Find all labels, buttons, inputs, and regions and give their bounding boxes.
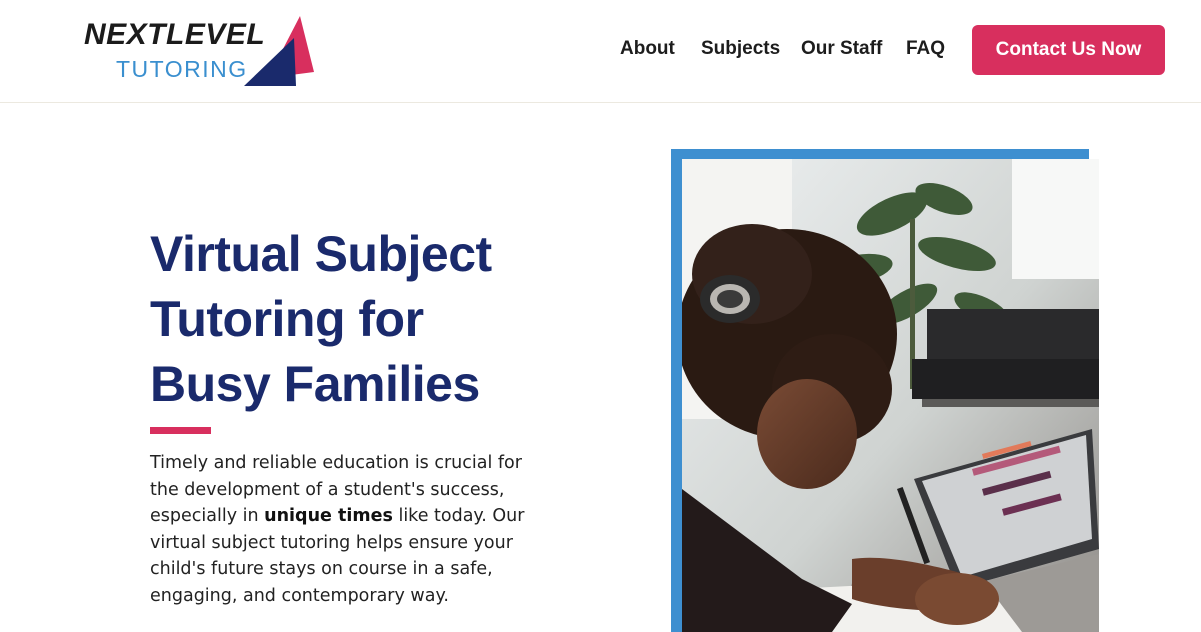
- site-header: NEXTLEVEL TUTORING About Subjects Our St…: [0, 0, 1201, 103]
- logo-wordmark-bottom: TUTORING: [116, 56, 248, 82]
- hero-title-line: Busy Families: [150, 356, 480, 412]
- nav-about[interactable]: About: [620, 38, 675, 60]
- hero-title-line: Virtual Subject: [150, 226, 492, 282]
- hero-title-line: Tutoring for: [150, 291, 424, 347]
- student-laptop-photo-icon: [682, 159, 1099, 632]
- logo-wordmark-top: NEXTLEVEL: [84, 18, 266, 51]
- nav-subjects[interactable]: Subjects: [701, 38, 780, 60]
- hero-title: Virtual Subject Tutoring for Busy Famili…: [150, 222, 570, 417]
- brand-logo[interactable]: NEXTLEVEL TUTORING: [84, 14, 314, 88]
- hero-text-emphasis: unique times: [264, 506, 393, 527]
- hero-photo: [682, 159, 1099, 632]
- hero-description: Timely and reliable education is crucial…: [150, 450, 545, 610]
- accent-divider: [150, 427, 211, 434]
- logo-triangle-icon: [244, 16, 314, 86]
- nav-our-staff[interactable]: Our Staff: [801, 38, 882, 60]
- nav-faq[interactable]: FAQ: [906, 38, 945, 60]
- contact-us-button[interactable]: Contact Us Now: [972, 25, 1165, 75]
